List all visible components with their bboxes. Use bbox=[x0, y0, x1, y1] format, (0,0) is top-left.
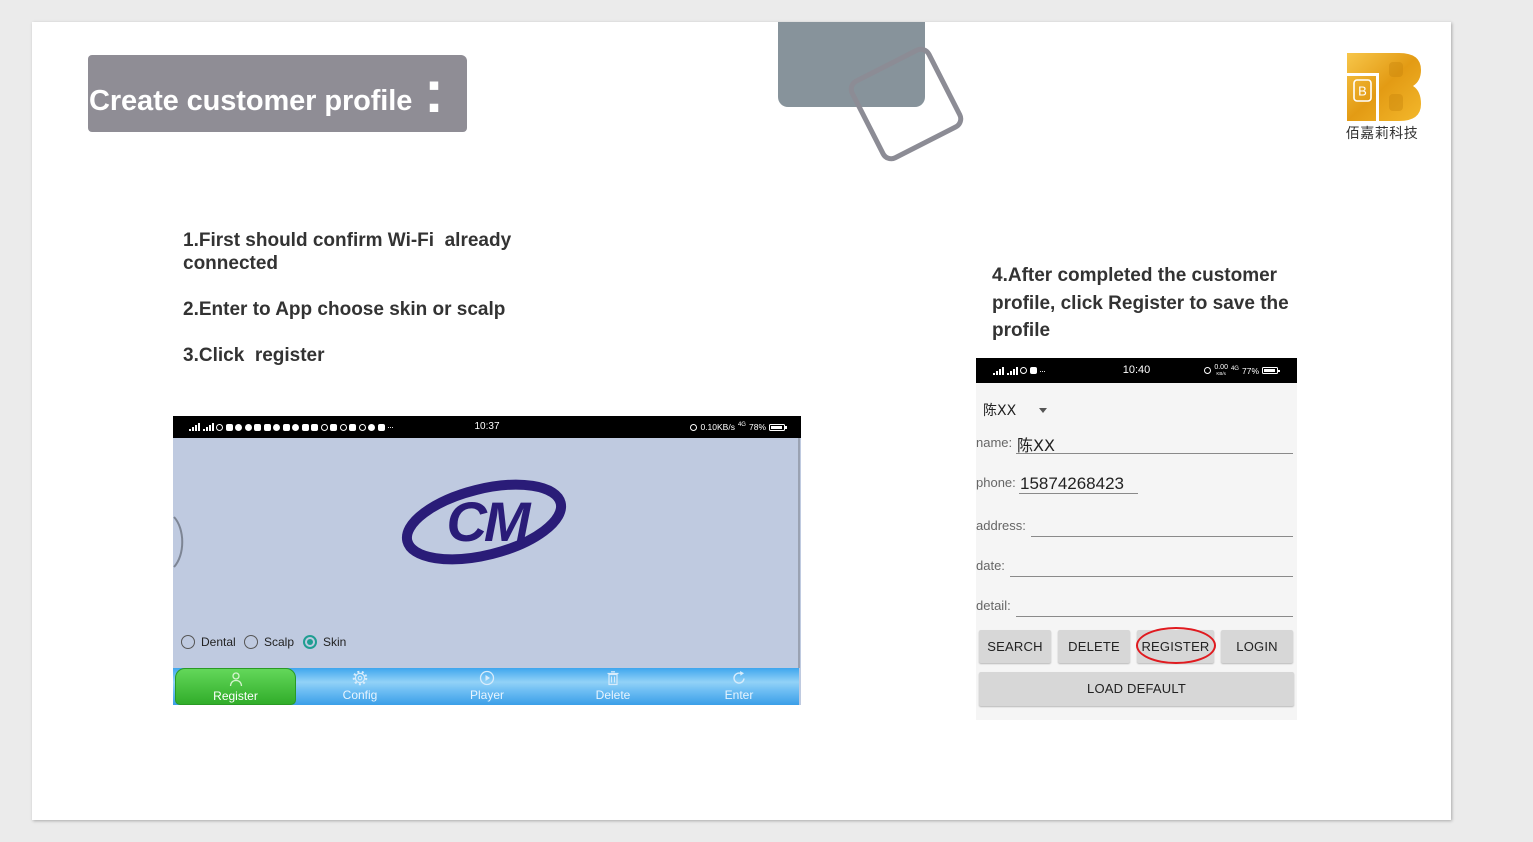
customer-select-value: 陈XX bbox=[983, 403, 1017, 419]
step-4: 4.After completed the customer profile, … bbox=[992, 265, 1294, 341]
nav-label: Player bbox=[469, 688, 504, 702]
radio-label: Dental bbox=[201, 635, 236, 649]
decorative-shapes bbox=[778, 22, 964, 162]
data-saver-icon bbox=[690, 423, 698, 431]
radio-scalp[interactable]: Scalp bbox=[244, 635, 294, 649]
nav-label: Register bbox=[213, 689, 258, 703]
radio-label: Skin bbox=[323, 635, 347, 649]
app-home-screenshot: ··· 10:37 0.10KB/s 4G 78% CM Dental Scal… bbox=[173, 416, 801, 705]
battery-percent: 77% bbox=[1241, 365, 1259, 376]
network-type: 4G bbox=[1230, 366, 1239, 372]
phone-label: phone: bbox=[976, 475, 1016, 490]
battery-percent: 78% bbox=[748, 422, 766, 432]
login-button[interactable]: LOGIN bbox=[1221, 630, 1293, 663]
bottom-nav: Register Config Player Delete Enter bbox=[173, 668, 799, 705]
step-3: 3.Click register bbox=[183, 345, 325, 366]
gear-icon bbox=[352, 670, 368, 686]
step-1: 1.First should confirm Wi-Fi already con… bbox=[183, 230, 517, 274]
data-saver-icon bbox=[1204, 367, 1212, 374]
edge-divider bbox=[798, 438, 800, 668]
logo-mark: B bbox=[1358, 84, 1367, 99]
network-type: 4G bbox=[737, 422, 746, 428]
radio-skin[interactable]: Skin bbox=[303, 635, 346, 649]
delete-button[interactable]: DELETE bbox=[1058, 630, 1130, 663]
search-button[interactable]: SEARCH bbox=[979, 630, 1051, 663]
nav-label: Config bbox=[342, 688, 378, 702]
radio-circle[interactable] bbox=[244, 635, 258, 649]
load-default-button[interactable]: LOAD DEFAULT bbox=[979, 672, 1294, 706]
dropdown-arrow-icon bbox=[1039, 408, 1047, 413]
slide-title: Create customer profile bbox=[89, 85, 413, 117]
slide-title-colon: : bbox=[424, 58, 444, 125]
slide-title-box: Create customer profile : bbox=[88, 55, 467, 132]
person-icon bbox=[229, 672, 242, 687]
cm-logo-text: CM bbox=[446, 490, 531, 553]
name-input[interactable] bbox=[1016, 434, 1293, 454]
edge-arc bbox=[173, 516, 184, 568]
nav-enter-button[interactable]: Enter bbox=[689, 668, 789, 705]
nav-player-button[interactable]: Player bbox=[437, 668, 537, 705]
nav-register-button[interactable]: Register bbox=[175, 668, 296, 705]
address-label: address: bbox=[976, 518, 1026, 533]
logo-caption: 佰嘉莉科技 bbox=[1345, 126, 1419, 142]
status-bar: ··· 10:40 0.00 KB/s 4G 77% bbox=[976, 358, 1297, 383]
register-highlight-circle bbox=[1136, 627, 1216, 664]
customer-form-screenshot: ··· 10:40 0.00 KB/s 4G 77% 陈XX name: pho… bbox=[976, 358, 1297, 720]
radio-circle[interactable] bbox=[303, 635, 317, 649]
radio-label: Scalp bbox=[264, 635, 295, 649]
net-speed: 0.00 KB/s bbox=[1214, 364, 1228, 377]
status-bar: ··· 10:37 0.10KB/s 4G 78% bbox=[173, 416, 801, 438]
nav-label: Enter bbox=[724, 688, 754, 702]
company-logo-icon: B bbox=[1347, 53, 1421, 121]
date-label: date: bbox=[976, 558, 1005, 573]
refresh-icon bbox=[733, 671, 745, 684]
name-label: name: bbox=[976, 435, 1013, 450]
battery-icon bbox=[1262, 367, 1280, 374]
play-icon bbox=[479, 670, 495, 686]
address-input[interactable] bbox=[1031, 517, 1293, 537]
phone-input[interactable] bbox=[1019, 474, 1138, 494]
cm-logo-icon: CM bbox=[401, 479, 567, 565]
customer-select[interactable]: 陈XX bbox=[976, 398, 1066, 424]
nav-config-button[interactable]: Config bbox=[310, 668, 410, 705]
nav-delete-button[interactable]: Delete bbox=[563, 668, 663, 705]
step-2: 2.Enter to App choose skin or scalp bbox=[183, 299, 506, 320]
detail-input[interactable] bbox=[1016, 597, 1293, 617]
trash-icon bbox=[607, 671, 619, 686]
page: Create customer profile : B 佰嘉莉科技 1.Firs… bbox=[0, 0, 1533, 842]
status-indicators: 0.10KB/s 4G 78% bbox=[690, 416, 787, 438]
detail-label: detail: bbox=[976, 598, 1011, 613]
battery-icon bbox=[769, 423, 787, 431]
nav-label: Delete bbox=[595, 688, 631, 702]
radio-dental[interactable]: Dental bbox=[181, 635, 236, 649]
radio-circle[interactable] bbox=[181, 635, 195, 649]
status-indicators: 0.00 KB/s 4G 77% bbox=[1204, 358, 1280, 383]
net-speed-unit: KB/s bbox=[1216, 370, 1226, 376]
date-input[interactable] bbox=[1010, 557, 1293, 577]
steps-list: 1.First should confirm Wi-Fi already con… bbox=[183, 229, 528, 390]
net-speed: 0.10KB/s bbox=[700, 422, 735, 432]
